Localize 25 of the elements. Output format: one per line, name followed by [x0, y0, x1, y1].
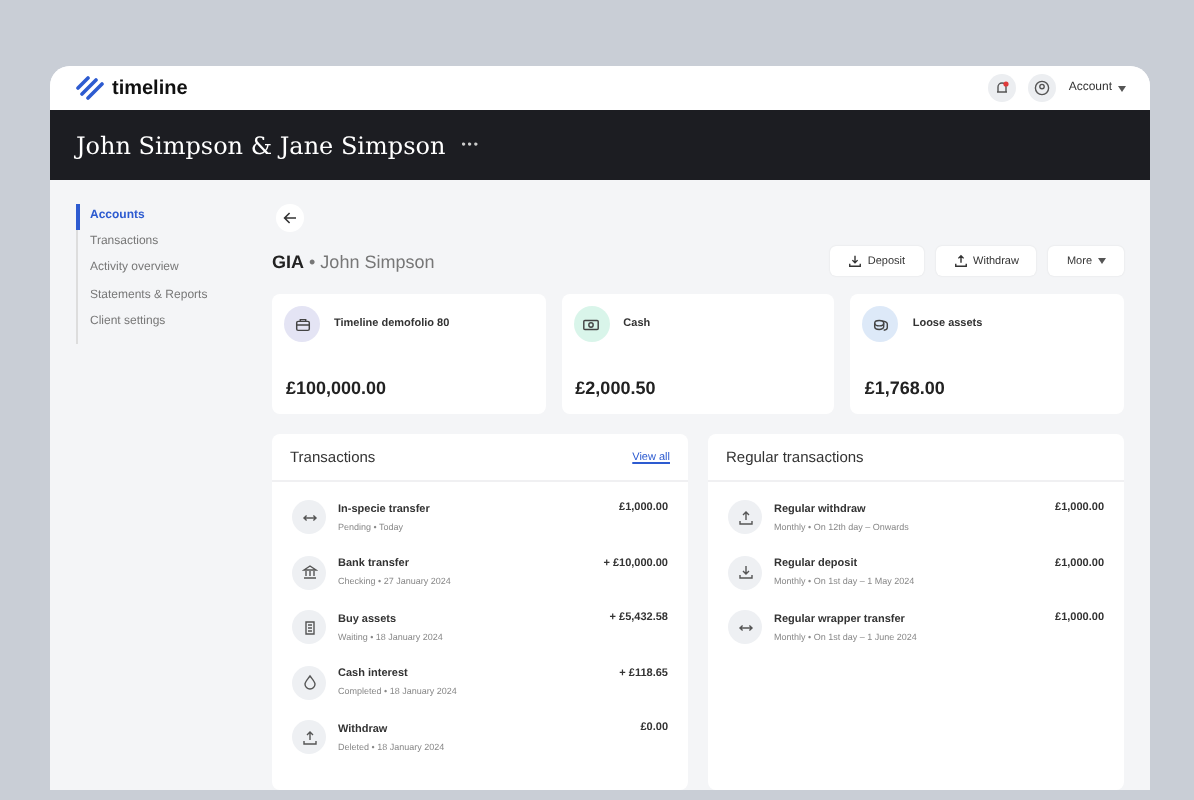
deposit-icon: [728, 555, 762, 590]
download-icon: [847, 254, 862, 268]
upload-icon: [953, 254, 968, 268]
client-name: John Simpson & Jane Simpson: [76, 131, 446, 159]
back-button[interactable]: [276, 204, 304, 232]
caret-icon: [1098, 258, 1106, 264]
back-arrow-icon: [282, 210, 298, 226]
bank-icon: [292, 555, 326, 590]
buy-icon: [292, 610, 326, 645]
notification-button[interactable]: [988, 74, 1017, 102]
page-title: GIA • John Simpson: [272, 251, 435, 271]
account-balance: £2,000.50: [573, 378, 658, 402]
account-balance: £1,768.00: [862, 378, 947, 402]
caret-icon: [1118, 85, 1126, 91]
bell-icon: [994, 80, 1011, 96]
withdraw-icon: [728, 500, 762, 535]
account-balance: £100,000.00: [284, 378, 389, 402]
user-button[interactable]: [1028, 74, 1057, 102]
withdraw-icon: [292, 720, 326, 755]
logo-text: timeline: [112, 77, 188, 99]
transfer-icon: [728, 610, 762, 645]
logo-icon: [76, 76, 106, 100]
transfer-icon: [292, 500, 326, 535]
interest-icon: [292, 665, 326, 700]
user-icon: [1034, 80, 1051, 96]
